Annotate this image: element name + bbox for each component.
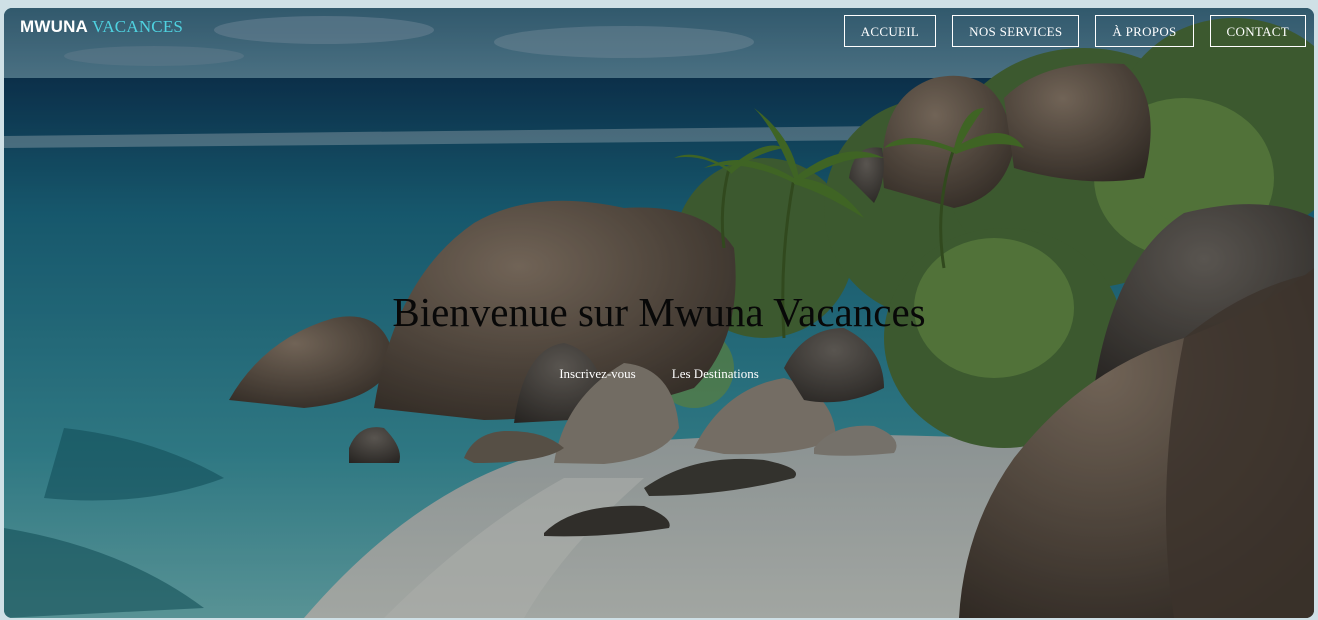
site-logo[interactable]: MWUNA VACANCES xyxy=(20,17,183,37)
nav-link-accueil[interactable]: ACCUEIL xyxy=(843,15,937,47)
signup-link[interactable]: Inscrivez-vous xyxy=(559,366,636,382)
hero-title: Bienvenue sur Mwuna Vacances xyxy=(392,289,926,335)
nav-link-a-propos[interactable]: À PROPOS xyxy=(1095,15,1194,47)
logo-text-secondary: VACANCES xyxy=(92,17,184,36)
main-nav: ACCUEIL NOS SERVICES À PROPOS CONTACT xyxy=(843,15,1306,47)
logo-text-primary: MWUNA xyxy=(20,17,89,36)
nav-link-contact[interactable]: CONTACT xyxy=(1209,15,1306,47)
hero-section: MWUNA VACANCES ACCUEIL NOS SERVICES À PRO… xyxy=(4,8,1314,618)
nav-link-services[interactable]: NOS SERVICES xyxy=(952,15,1080,47)
hero-cta-group: Inscrivez-vous Les Destinations xyxy=(4,366,1314,382)
destinations-link[interactable]: Les Destinations xyxy=(672,366,759,382)
